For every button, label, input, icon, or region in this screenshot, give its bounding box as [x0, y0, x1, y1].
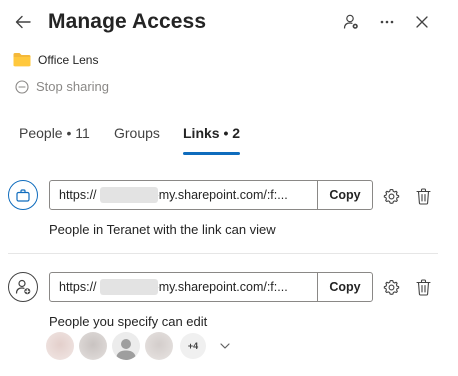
link-description: People in Teranet with the link can view: [49, 222, 276, 237]
tab-people[interactable]: People • 11: [19, 125, 114, 155]
divider: [8, 253, 438, 254]
link-settings-button[interactable]: [381, 277, 401, 297]
avatar[interactable]: [79, 332, 107, 360]
person-settings-button[interactable]: [340, 11, 362, 33]
close-icon: [416, 16, 428, 28]
trash-icon: [415, 278, 431, 296]
shared-item: Office Lens: [13, 52, 98, 67]
person-gear-icon: [343, 14, 358, 29]
gear-icon: [383, 279, 399, 295]
link-url-field[interactable]: https:// -my.sharepoint.com/:f:... Copy: [49, 272, 373, 302]
url-suffix: -my.sharepoint.com/:f:...: [154, 280, 288, 294]
tab-links[interactable]: Links • 2: [183, 125, 241, 155]
gear-icon: [383, 188, 399, 204]
page-title: Manage Access: [48, 10, 207, 33]
delete-link-button[interactable]: [413, 186, 433, 206]
shared-with-avatars: +4: [46, 332, 233, 360]
link-url-text: https:// -my.sharepoint.com/:f:...: [50, 181, 317, 209]
person-add-icon: [15, 279, 31, 295]
link-description: People you specify can edit: [49, 314, 208, 329]
stop-sharing-button[interactable]: Stop sharing: [15, 79, 109, 94]
arrow-left-icon: [15, 15, 31, 29]
link-url-field[interactable]: https:// -my.sharepoint.com/:f:... Copy: [49, 180, 373, 210]
more-people-badge[interactable]: +4: [180, 333, 206, 359]
close-button[interactable]: [411, 11, 433, 33]
person-placeholder-icon: [116, 339, 136, 360]
more-options-button[interactable]: [376, 11, 398, 33]
copy-link-button[interactable]: Copy: [317, 273, 372, 301]
briefcase-icon: [16, 188, 30, 202]
specific-people-link-icon: [8, 272, 38, 302]
tab-groups[interactable]: Groups: [114, 125, 183, 155]
organization-link-icon: [8, 180, 38, 210]
avatar[interactable]: [145, 332, 173, 360]
minus-circle-icon: [15, 79, 29, 94]
url-suffix: -my.sharepoint.com/:f:...: [154, 188, 288, 202]
chevron-down-icon: [220, 343, 230, 349]
tab-bar: People • 11 Groups Links • 2: [19, 125, 241, 155]
redacted-region: [100, 187, 158, 203]
url-prefix: https://: [59, 280, 97, 294]
url-prefix: https://: [59, 188, 97, 202]
stop-sharing-label: Stop sharing: [36, 79, 109, 94]
folder-icon: [13, 53, 31, 67]
redacted-region: [100, 279, 158, 295]
item-name: Office Lens: [38, 52, 99, 67]
delete-link-button[interactable]: [413, 277, 433, 297]
ellipsis-icon: [380, 20, 394, 24]
avatar[interactable]: [46, 332, 74, 360]
avatar[interactable]: [112, 332, 140, 360]
back-button[interactable]: [10, 9, 36, 35]
link-url-text: https:// -my.sharepoint.com/:f:...: [50, 273, 317, 301]
copy-link-button[interactable]: Copy: [317, 181, 372, 209]
trash-icon: [415, 187, 431, 205]
expand-people-button[interactable]: [217, 338, 233, 354]
link-settings-button[interactable]: [381, 186, 401, 206]
